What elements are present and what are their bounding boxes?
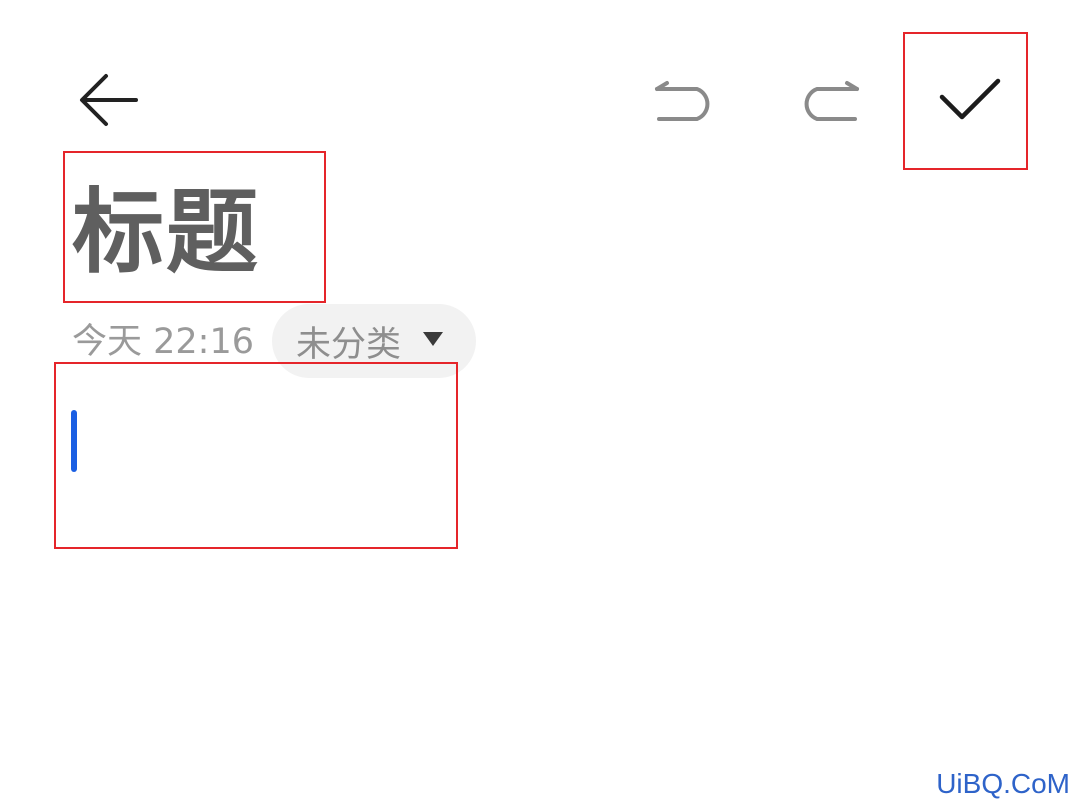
arrow-left-icon (80, 74, 138, 126)
redo-icon (804, 81, 859, 121)
note-editor-screen: 标题 今天 22:16 未分类 UiBQ.CoM (0, 0, 1080, 810)
checkmark-icon (939, 78, 1001, 120)
undo-icon (655, 81, 710, 121)
category-label: 未分类 (296, 324, 402, 365)
text-cursor (71, 410, 77, 472)
note-title[interactable]: 标题 (72, 178, 260, 288)
category-selector[interactable]: 未分类 (272, 304, 476, 378)
watermark: UiBQ.CoM (936, 768, 1070, 799)
undo-button[interactable] (640, 64, 730, 136)
note-timestamp: 今天 22:16 (72, 322, 254, 362)
note-body-input[interactable] (60, 385, 450, 535)
redo-button[interactable] (784, 64, 874, 136)
dropdown-triangle-icon (423, 332, 443, 346)
save-button[interactable] (922, 56, 1018, 146)
back-button[interactable] (66, 60, 150, 140)
